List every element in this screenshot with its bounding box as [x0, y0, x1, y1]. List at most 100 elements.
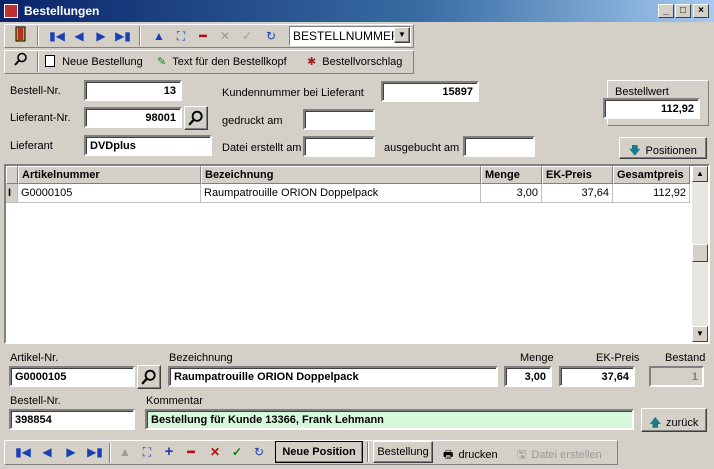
exit-door-icon[interactable] — [11, 26, 31, 46]
new-order-button[interactable]: Neue Bestellung — [45, 55, 143, 68]
detail-bezeichnung-label: Bezeichnung — [169, 352, 233, 364]
detail-menge-field[interactable]: 3,00 — [504, 366, 552, 387]
action-toolbar: Neue Bestellung ✎ Text für den Bestellko… — [4, 50, 414, 74]
table-row-menge[interactable]: 3,00 — [481, 184, 542, 203]
row-marker[interactable]: I — [6, 184, 18, 203]
column-header-artikelnummer[interactable]: Artikelnummer — [18, 166, 201, 184]
datei-erstellen-label: Datei erstellen — [531, 449, 602, 461]
artikel-search-button[interactable] — [137, 365, 161, 389]
next-record-icon[interactable]: ▶ — [91, 26, 111, 46]
table-row-gesamtpreis[interactable]: 112,92 — [613, 184, 690, 203]
app-icon — [4, 4, 18, 18]
detail-bestell-nr-field[interactable]: 398854 — [9, 409, 135, 430]
search-icon[interactable] — [11, 52, 31, 72]
detail-ek-preis-field[interactable]: 37,64 — [559, 366, 635, 387]
column-header-menge[interactable]: Menge — [481, 166, 542, 184]
scroll-down-icon[interactable]: ▼ — [692, 326, 708, 342]
refresh-icon[interactable]: ↻ — [249, 442, 269, 462]
detail-bezeichnung-field[interactable]: Raumpatrouille ORION Doppelpack — [168, 366, 498, 387]
last-position-icon[interactable]: ▶▮ — [85, 442, 105, 462]
first-record-icon[interactable]: ▮◀ — [47, 26, 67, 46]
bestellwert-field: 112,92 — [603, 98, 700, 119]
ausgebucht-label: ausgebucht am — [384, 142, 460, 154]
vertical-scrollbar[interactable]: ▲ ▼ — [692, 166, 708, 342]
order-suggestion-label: Bestellvorschlag — [322, 56, 403, 68]
header-text-button[interactable]: ✎ Text für den Bestellkopf — [157, 55, 287, 68]
bestellung-button[interactable]: Bestellung — [373, 441, 433, 463]
gedruckt-label: gedruckt am — [222, 115, 283, 127]
printer-icon: 🖶 — [443, 449, 454, 461]
detail-ek-preis-label: EK-Preis — [596, 352, 640, 364]
edit-text-icon: ✎ — [157, 56, 167, 68]
lieferant-nr-label: Lieferant-Nr. — [10, 112, 71, 124]
maximize-button[interactable]: □ — [675, 4, 691, 18]
table-row-ek-preis[interactable]: 37,64 — [542, 184, 613, 203]
sort-select[interactable]: BESTELLNUMMER ▼ — [289, 26, 411, 46]
kundennummer-field[interactable]: 15897 — [381, 81, 479, 102]
previous-record-icon[interactable]: ◀ — [69, 26, 89, 46]
column-header-ek-preis[interactable]: EK-Preis — [542, 166, 613, 184]
bestell-nr-field[interactable]: 13 — [84, 80, 182, 101]
scroll-up-icon[interactable]: ▲ — [692, 166, 708, 182]
sort-up-icon[interactable]: ▲ — [115, 442, 135, 462]
bestell-nr-label: Bestell-Nr. — [10, 85, 61, 97]
detail-menge-label: Menge — [520, 352, 554, 364]
chevron-down-icon[interactable]: ▼ — [394, 27, 410, 43]
previous-position-icon[interactable]: ◀ — [37, 442, 57, 462]
bestellwert-panel: Bestellwert 112,92 — [603, 80, 709, 126]
delete-minus-icon[interactable]: ━ — [193, 26, 213, 46]
detail-bestell-nr-label: Bestell-Nr. — [10, 395, 61, 407]
confirm-check-icon[interactable]: ✓ — [237, 26, 257, 46]
search-icon — [188, 110, 203, 126]
new-order-label: Neue Bestellung — [62, 56, 143, 68]
refresh-icon[interactable]: ↻ — [261, 26, 281, 46]
lieferant-label: Lieferant — [10, 140, 53, 152]
table-row-bezeichnung[interactable]: Raumpatrouille ORION Doppelpack — [201, 184, 481, 203]
title-bar — [0, 0, 714, 22]
bestellwert-label: Bestellwert — [615, 86, 669, 98]
lieferant-nr-field[interactable]: 98001 — [84, 107, 182, 128]
cancel-x-icon[interactable]: ✕ — [205, 442, 225, 462]
arrow-up-icon: 🡅 — [649, 417, 661, 429]
cancel-x-icon[interactable]: ✕ — [215, 26, 235, 46]
confirm-check-icon[interactable]: ✓ — [227, 442, 247, 462]
scroll-thumb[interactable] — [692, 244, 708, 262]
binoculars-icon[interactable]: ⛶ — [137, 442, 157, 462]
navigation-toolbar: ▮◀ ◀ ▶ ▶▮ ▲ ⛶ ━ ✕ ✓ ↻ BESTELLNUMMER ▼ — [4, 24, 414, 48]
arrow-down-icon: 🡇 — [629, 145, 641, 157]
sort-up-icon[interactable]: ▲ — [149, 26, 169, 46]
close-button[interactable]: × — [693, 4, 709, 18]
positions-grid: Artikelnummer Bezeichnung Menge EK-Preis… — [4, 164, 710, 344]
lieferant-field[interactable]: DVDplus — [84, 135, 212, 156]
kommentar-label: Kommentar — [146, 395, 203, 407]
column-header-gesamtpreis[interactable]: Gesamtpreis — [613, 166, 690, 184]
order-suggestion-button[interactable]: ✱ Bestellvorschlag — [307, 55, 402, 68]
search-icon — [141, 369, 156, 385]
kundennummer-label: Kundennummer bei Lieferant — [222, 87, 364, 99]
last-record-icon[interactable]: ▶▮ — [113, 26, 133, 46]
datei-erstellt-field[interactable] — [303, 136, 375, 157]
minimize-button[interactable]: _ — [658, 4, 674, 18]
neue-position-button[interactable]: Neue Position — [275, 441, 363, 463]
add-plus-icon[interactable]: + — [159, 442, 179, 462]
positionen-button[interactable]: 🡇 Positionen — [619, 137, 707, 159]
drucken-button[interactable]: 🖶 drucken — [443, 446, 498, 465]
wand-icon: ✱ — [307, 56, 317, 68]
table-row-artikelnummer[interactable]: G0000105 — [18, 184, 201, 203]
next-position-icon[interactable]: ▶ — [61, 442, 81, 462]
datei-erstellen-button[interactable]: 🖫 Datei erstellen — [517, 446, 602, 465]
detail-artikel-nr-label: Artikel-Nr. — [10, 352, 59, 364]
row-header-corner — [6, 166, 18, 184]
lieferant-search-button[interactable] — [184, 106, 208, 130]
first-position-icon[interactable]: ▮◀ — [13, 442, 33, 462]
delete-minus-icon[interactable]: ━ — [181, 442, 201, 462]
detail-bestand-field: 1 — [649, 366, 704, 387]
zurueck-button[interactable]: 🡅 zurück — [641, 408, 707, 432]
sort-select-value: BESTELLNUMMER — [293, 29, 400, 43]
detail-artikel-nr-field[interactable]: G0000105 — [9, 366, 135, 387]
gedruckt-field[interactable] — [303, 109, 375, 130]
ausgebucht-field[interactable] — [463, 136, 535, 157]
binoculars-icon[interactable]: ⛶ — [171, 26, 191, 46]
column-header-bezeichnung[interactable]: Bezeichnung — [201, 166, 481, 184]
kommentar-field[interactable]: Bestellung für Kunde 13366, Frank Lehman… — [145, 409, 634, 430]
